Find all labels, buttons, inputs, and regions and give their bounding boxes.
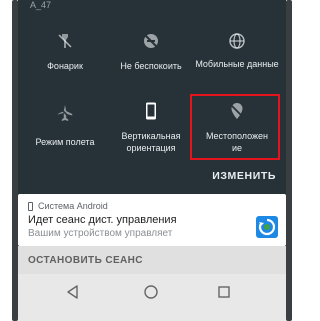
- recents-icon[interactable]: [216, 284, 232, 300]
- tile-do-not-disturb[interactable]: Не беспокоить: [108, 30, 194, 90]
- notification-shade: A_47 Фонарик Не беспокоить Мобильные дан…: [18, 0, 286, 321]
- navigation-bar: [18, 274, 286, 321]
- tile-label: Мобильные данные: [195, 59, 279, 69]
- portrait-orientation-icon: [146, 102, 156, 120]
- remote-support-app-icon: [256, 216, 278, 238]
- stop-session-button[interactable]: ОСТАНОВИТЬ СЕАНС: [28, 255, 143, 266]
- tile-portrait-orientation[interactable]: Вертикальная ориентация: [108, 100, 194, 160]
- notification-subtitle: Вашим устройством управляет: [28, 228, 173, 239]
- tile-mobile-data[interactable]: Мобильные данные: [194, 30, 280, 90]
- back-icon[interactable]: [65, 284, 81, 300]
- network-name: A_47: [30, 0, 52, 10]
- highlight-box: [190, 94, 280, 160]
- android-device-icon: [28, 202, 33, 211]
- notification-source: Система Android: [38, 201, 108, 211]
- tile-label: Фонарик: [47, 61, 83, 71]
- home-icon[interactable]: [143, 284, 159, 300]
- airplane-mode-icon: [57, 105, 73, 121]
- globe-icon: [229, 33, 245, 49]
- right-margin: [286, 0, 304, 321]
- tile-label: Вертикальная ориентация: [121, 131, 181, 153]
- flashlight-icon: [58, 34, 72, 48]
- notification-title: Идет сеанс дист. управления: [28, 214, 177, 226]
- device-frame: A_47 Фонарик Не беспокоить Мобильные дан…: [0, 0, 304, 321]
- tile-flashlight[interactable]: Фонарик: [22, 30, 108, 90]
- tile-label: Режим полета: [35, 137, 95, 147]
- do-not-disturb-off-icon: [143, 33, 159, 49]
- left-margin: [0, 0, 18, 321]
- edit-button[interactable]: ИЗМЕНИТЬ: [212, 170, 276, 182]
- remote-session-notification[interactable]: Система Android Идет сеанс дист. управле…: [18, 194, 286, 246]
- stop-session-bar: ОСТАНОВИТЬ СЕАНС: [18, 246, 286, 274]
- tile-airplane-mode[interactable]: Режим полета: [22, 100, 108, 160]
- tile-label: Не беспокоить: [120, 61, 182, 71]
